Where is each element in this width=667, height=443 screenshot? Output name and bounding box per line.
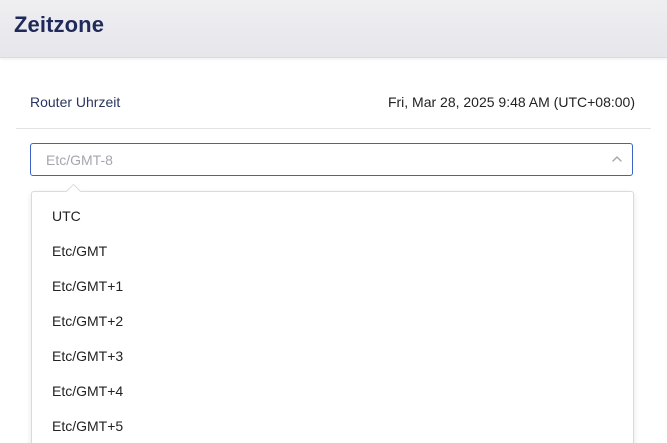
timezone-option-etc-gmt-plus-5[interactable]: Etc/GMT+5 bbox=[52, 418, 123, 438]
divider bbox=[16, 128, 651, 129]
timezone-option-etc-gmt-plus-4[interactable]: Etc/GMT+4 bbox=[52, 383, 123, 403]
router-time-value: Fri, Mar 28, 2025 9:48 AM (UTC+08:00) bbox=[387, 94, 635, 110]
dropdown-pointer bbox=[65, 183, 82, 200]
timezone-select-value: Etc/GMT-8 bbox=[46, 152, 113, 168]
router-time-row: Router Uhrzeit Fri, Mar 28, 2025 9:48 AM… bbox=[30, 94, 635, 114]
chevron-up-icon[interactable] bbox=[610, 152, 624, 166]
timezone-option-etc-gmt-plus-1[interactable]: Etc/GMT+1 bbox=[52, 278, 123, 298]
page-title: Zeitzone bbox=[14, 12, 105, 37]
timezone-option-etc-gmt-plus-3[interactable]: Etc/GMT+3 bbox=[52, 348, 123, 368]
timezone-select[interactable]: Etc/GMT-8 bbox=[30, 143, 633, 176]
timezone-dropdown-list: UTC Etc/GMT Etc/GMT+1 Etc/GMT+2 Etc/GMT+… bbox=[31, 183, 634, 443]
timezone-page: Zeitzone Router Uhrzeit Fri, Mar 28, 202… bbox=[0, 0, 667, 443]
router-time-label: Router Uhrzeit bbox=[30, 94, 121, 110]
timezone-option-etc-gmt[interactable]: Etc/GMT bbox=[52, 243, 107, 263]
timezone-option-utc[interactable]: UTC bbox=[52, 208, 81, 228]
timezone-option-etc-gmt-plus-2[interactable]: Etc/GMT+2 bbox=[52, 313, 123, 333]
page-header: Zeitzone bbox=[0, 0, 667, 58]
